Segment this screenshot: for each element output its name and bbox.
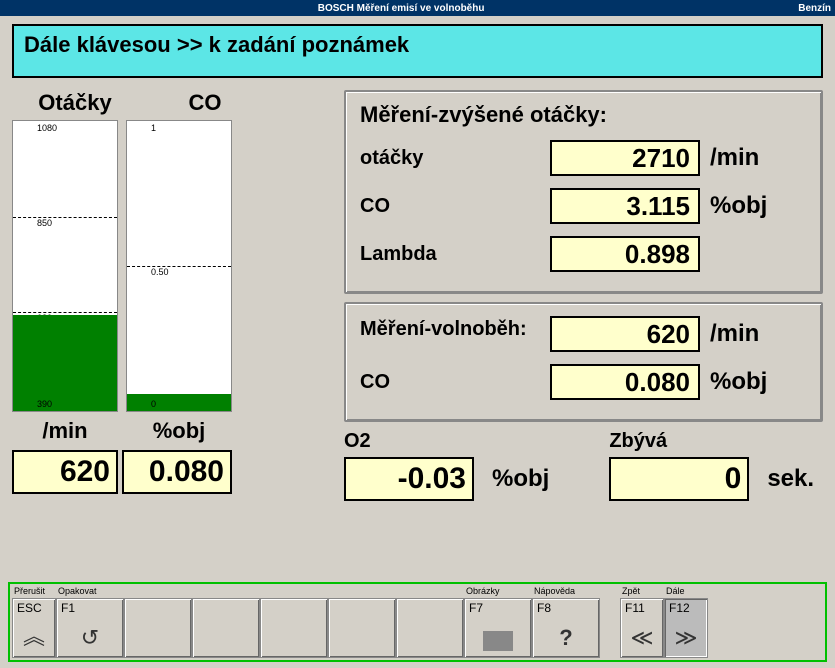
- fkey-f12-label: Dále: [664, 586, 708, 598]
- help-icon: ?: [533, 625, 599, 651]
- remain-unit: sek.: [757, 465, 814, 493]
- remain-label: Zbývá: [609, 430, 814, 453]
- repeat-icon: ↺: [57, 625, 123, 651]
- fkey-f7-label: Obrázky: [464, 586, 532, 598]
- high-lambda-value: 0.898: [550, 236, 700, 272]
- chevron-right-icon: ≫: [665, 625, 707, 651]
- fkey-f3[interactable]: [192, 598, 260, 658]
- gauge-rpm-header: Otáčky: [30, 90, 120, 116]
- gauge-co-unit: %obj: [126, 418, 232, 444]
- high-co-value: 3.115: [550, 188, 700, 224]
- o2-label: O2: [344, 430, 549, 453]
- gauge-co-tick-top: 1: [127, 121, 231, 133]
- function-key-bar: Přerušit Opakovat Obrázky Nápověda Zpět …: [8, 582, 827, 662]
- fkey-f1[interactable]: F1 ↺: [56, 598, 124, 658]
- o2-unit: %obj: [482, 465, 549, 493]
- gauge-co: 1 0.50 0: [126, 120, 232, 412]
- rpm-value-box: 620: [12, 450, 118, 494]
- gauge-rpm-tick-top: 1080: [13, 121, 117, 133]
- gauge-co-tick-bot: 0: [127, 399, 156, 409]
- idle-co-value: 0.080: [550, 364, 700, 400]
- fkey-f8[interactable]: F8 ?: [532, 598, 600, 658]
- title-mode: Benzín: [798, 3, 831, 14]
- panel-high-rpm: Měření-zvýšené otáčky: otáčky 2710 /min …: [344, 90, 823, 294]
- row-high-rpm: otáčky 2710 /min: [360, 138, 807, 178]
- instruction-banner: Dále klávesou >> k zadání poznámek: [12, 24, 823, 78]
- fkey-f12[interactable]: F12 ≫: [664, 598, 708, 658]
- fkey-esc-label: Přerušit: [12, 586, 56, 598]
- gauge-co-tick-mid: 0.50: [127, 266, 231, 277]
- high-rpm-value: 2710: [550, 140, 700, 176]
- row-idle-rpm: Měření-volnoběh: 620 /min: [360, 314, 807, 354]
- fkey-esc[interactable]: ESC ︽: [12, 598, 56, 658]
- fkey-f7[interactable]: F7: [464, 598, 532, 658]
- fkey-f6[interactable]: [396, 598, 464, 658]
- fkey-f4[interactable]: [260, 598, 328, 658]
- instruction-text: Dále klávesou >> k zadání poznámek: [24, 32, 409, 58]
- co-value-box: 0.080: [122, 450, 232, 494]
- fkey-f8-label: Nápověda: [532, 586, 600, 598]
- chevron-left-icon: ≪: [621, 625, 663, 651]
- gauge-rpm-tick-mid: 850: [13, 217, 117, 228]
- fkey-f5[interactable]: [328, 598, 396, 658]
- row-idle-co: CO 0.080 %obj: [360, 362, 807, 402]
- title-bar: BOSCH Měření emisí ve volnoběhu Benzín: [0, 0, 835, 16]
- o2-value: -0.03: [344, 457, 474, 501]
- panel-idle: Měření-volnoběh: 620 /min CO 0.080 %obj: [344, 302, 823, 422]
- remain-value: 0: [609, 457, 749, 501]
- images-icon: [465, 631, 531, 651]
- gauge-rpm-unit: /min: [12, 418, 118, 444]
- fkey-f11-label: Zpět: [620, 586, 664, 598]
- gauge-co-header: CO: [160, 90, 250, 116]
- fkey-f2[interactable]: [124, 598, 192, 658]
- fkey-f11[interactable]: F11 ≪: [620, 598, 664, 658]
- idle-rpm-value: 620: [550, 316, 700, 352]
- row-high-lambda: Lambda 0.898: [360, 234, 807, 274]
- title-text: BOSCH Měření emisí ve volnoběhu: [4, 3, 798, 14]
- chevron-up-icon: ︽: [13, 619, 55, 651]
- gauge-rpm: 1080 850 620 390: [12, 120, 118, 412]
- row-high-co: CO 3.115 %obj: [360, 186, 807, 226]
- gauge-rpm-fill: [13, 315, 117, 411]
- gauge-rpm-tick-bot: 390: [13, 399, 52, 409]
- panel-high-title: Měření-zvýšené otáčky:: [360, 102, 807, 128]
- fkey-f1-label: Opakovat: [56, 586, 124, 598]
